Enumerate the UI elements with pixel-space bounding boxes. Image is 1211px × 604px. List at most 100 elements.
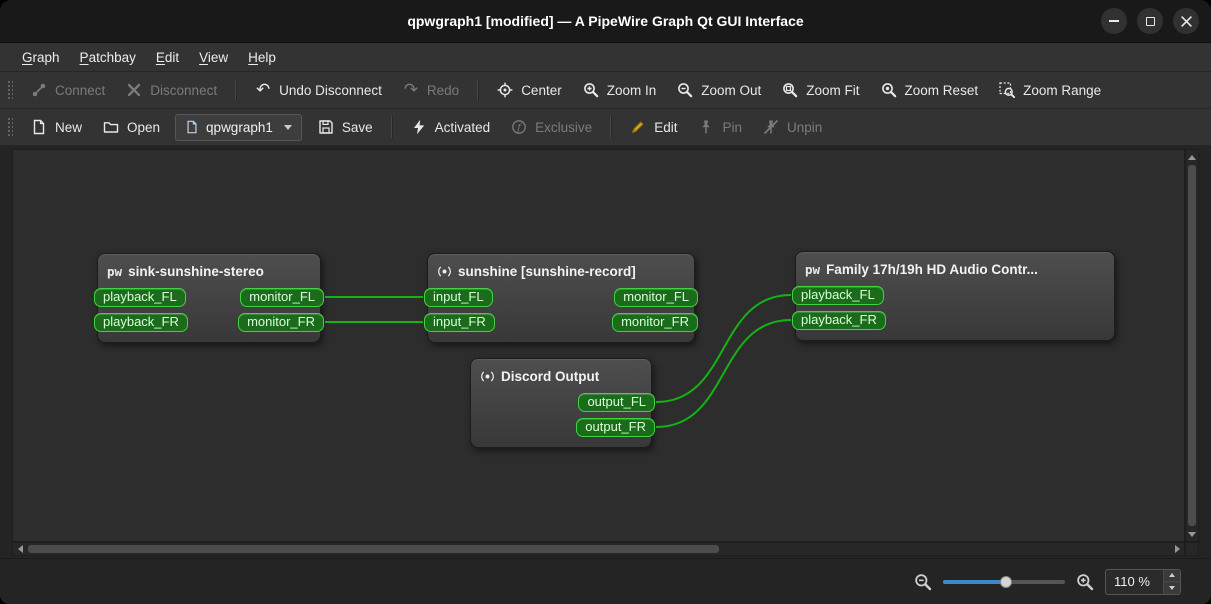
node-title: Family 17h/19h HD Audio Contr...	[826, 261, 1038, 277]
exclusive-button: f Exclusive	[501, 113, 601, 141]
port-row: output_FL	[471, 391, 655, 416]
zoom-slider-fill	[943, 579, 1007, 584]
zoom-reset-button[interactable]: Zoom Reset	[871, 76, 988, 104]
zoom-in-label: Zoom In	[606, 82, 657, 98]
connect-button: Connect	[21, 76, 114, 104]
port-discord-output_FL[interactable]: output_FL	[578, 393, 655, 412]
canvas-wrap: pw sink-sunshine-stereo playback_FL monitor…	[12, 149, 1199, 556]
zoom-in-button[interactable]: Zoom In	[573, 76, 666, 104]
svg-text:f: f	[516, 122, 522, 133]
node-titlebar: Discord Output	[471, 359, 651, 391]
menu-help-label: Help	[248, 49, 276, 65]
connections-layer	[324, 294, 792, 428]
titlebar[interactable]: qpwgraph1 [modified] — A PipeWire Graph …	[0, 0, 1211, 43]
vertical-scrollbar-thumb[interactable]	[1188, 165, 1196, 526]
scroll-left-arrow[interactable]	[13, 543, 27, 555]
toolbar-grip[interactable]	[6, 79, 13, 101]
graph-canvas[interactable]: pw sink-sunshine-stereo playback_FL monitor…	[12, 149, 1185, 542]
save-label: Save	[341, 119, 373, 135]
maximize-button[interactable]	[1137, 8, 1163, 34]
unpin-button: Unpin	[753, 113, 831, 141]
menu-view[interactable]: View	[189, 43, 238, 71]
zoom-slider-handle[interactable]	[1000, 575, 1013, 588]
disconnect-label: Disconnect	[150, 82, 218, 98]
new-button[interactable]: New	[21, 113, 91, 141]
zoom-in-small-icon[interactable]	[1076, 573, 1094, 591]
redo-label: Redo	[426, 82, 460, 98]
zoom-out-small-icon[interactable]	[914, 573, 932, 591]
port-discord-output_FR[interactable]: output_FR	[576, 418, 655, 437]
zoom-range-button[interactable]: Zoom Range	[989, 76, 1110, 104]
zoom-fit-button[interactable]: Zoom Fit	[772, 76, 868, 104]
port-sink-playback_FR[interactable]: playback_FR	[94, 313, 188, 332]
graph-node-sunshine[interactable]: sunshine [sunshine-record] input_FL monito…	[424, 253, 698, 343]
toolbar-separator	[235, 79, 237, 101]
center-label: Center	[521, 82, 562, 98]
minimize-icon	[1109, 20, 1119, 22]
patchbay-combobox-value: qpwgraph1	[206, 119, 273, 135]
scroll-right-arrow[interactable]	[1170, 543, 1184, 555]
zoom-fit-icon	[781, 81, 799, 99]
spin-down-button[interactable]	[1164, 581, 1180, 594]
undo-label: Undo Disconnect	[279, 82, 382, 98]
node-titlebar: pw sink-sunshine-stereo	[98, 254, 320, 286]
zoom-spinbox[interactable]: 110 %	[1105, 568, 1181, 595]
spin-up-button[interactable]	[1164, 569, 1180, 581]
port-sunshine-monitor_FR[interactable]: monitor_FR	[612, 313, 698, 332]
scroll-down-arrow[interactable]	[1186, 527, 1198, 541]
horizontal-scrollbar[interactable]	[12, 542, 1185, 556]
edit-button[interactable]: Edit	[620, 113, 686, 141]
pin-icon	[697, 118, 715, 136]
port-family-playback_FR[interactable]: playback_FR	[792, 311, 886, 330]
menu-patchbay[interactable]: Patchbay	[70, 43, 146, 71]
save-button[interactable]: Save	[308, 113, 382, 141]
connect-icon	[30, 81, 48, 99]
node-titlebar: sunshine [sunshine-record]	[428, 254, 694, 286]
exclusive-icon: f	[510, 118, 528, 136]
pin-button: Pin	[688, 113, 751, 141]
port-family-playback_FL[interactable]: playback_FL	[792, 286, 884, 305]
open-folder-icon	[102, 118, 120, 136]
menu-help[interactable]: Help	[238, 43, 286, 71]
zoom-reset-label: Zoom Reset	[904, 82, 979, 98]
minimize-button[interactable]	[1101, 8, 1127, 34]
open-button[interactable]: Open	[93, 113, 169, 141]
main-area: pw sink-sunshine-stereo playback_FL monitor…	[0, 146, 1211, 558]
menu-edit[interactable]: Edit	[146, 43, 189, 71]
close-button[interactable]	[1173, 8, 1199, 34]
zoom-out-button[interactable]: Zoom Out	[667, 76, 770, 104]
toolbar-grip[interactable]	[6, 116, 13, 138]
unpin-label: Unpin	[786, 119, 823, 135]
vertical-scrollbar[interactable]	[1185, 149, 1199, 542]
disconnect-button: Disconnect	[116, 76, 226, 104]
port-sink-monitor_FR[interactable]: monitor_FR	[238, 313, 324, 332]
horizontal-scrollbar-thumb[interactable]	[28, 545, 719, 553]
port-sunshine-input_FR[interactable]: input_FR	[424, 313, 495, 332]
undo-disconnect-button[interactable]: ↶ Undo Disconnect	[245, 76, 391, 104]
center-button[interactable]: Center	[487, 76, 571, 104]
port-sunshine-monitor_FL[interactable]: monitor_FL	[614, 288, 698, 307]
graph-node-family[interactable]: pw Family 17h/19h HD Audio Contr... playba…	[792, 251, 1115, 341]
menu-graph[interactable]: Graph	[12, 43, 70, 71]
connect-label: Connect	[55, 82, 106, 98]
port-row: playback_FL monitor_FL	[94, 286, 324, 311]
disconnect-icon	[125, 81, 143, 99]
zoom-range-icon	[998, 81, 1016, 99]
dropdown-arrow-icon	[283, 124, 292, 130]
patchbay-combobox[interactable]: qpwgraph1	[175, 113, 302, 141]
graph-node-sink[interactable]: pw sink-sunshine-stereo playback_FL monitor…	[94, 253, 324, 343]
port-sunshine-input_FL[interactable]: input_FL	[424, 288, 493, 307]
port-sink-playback_FL[interactable]: playback_FL	[94, 288, 186, 307]
activated-button[interactable]: Activated	[401, 113, 500, 141]
application-icon	[480, 369, 495, 384]
save-icon	[317, 118, 335, 136]
close-icon	[1180, 15, 1192, 27]
toolbar-separator	[477, 79, 479, 101]
port-sink-monitor_FL[interactable]: monitor_FL	[240, 288, 324, 307]
scroll-up-arrow[interactable]	[1186, 150, 1198, 164]
pipewire-icon: pw	[107, 263, 123, 279]
zoom-reset-icon	[880, 81, 898, 99]
zoom-value: 110 %	[1114, 574, 1150, 589]
graph-node-discord[interactable]: Discord Output output_FL output_FR	[470, 358, 655, 448]
zoom-slider[interactable]	[943, 573, 1065, 591]
